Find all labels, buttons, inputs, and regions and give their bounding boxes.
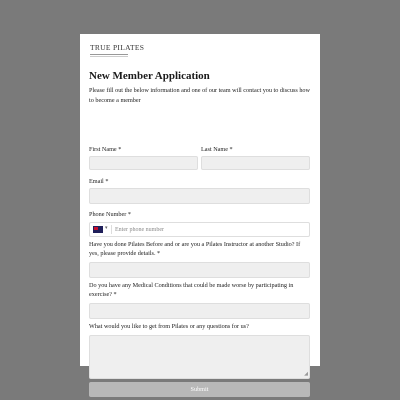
medical-conditions-label: Do you have any Medical Conditions that …: [89, 282, 294, 298]
resize-handle-icon[interactable]: ◢: [304, 372, 308, 377]
questions-label: What would you like to get from Pilates …: [89, 323, 249, 330]
form-title: New Member Application: [89, 70, 210, 82]
australia-flag-icon[interactable]: [93, 226, 103, 233]
phone-divider: [111, 225, 112, 234]
submit-button[interactable]: Submit: [89, 382, 310, 397]
last-name-input[interactable]: [201, 156, 310, 170]
last-name-label: Last Name *: [201, 146, 233, 153]
application-card: TRUE PILATES New Member Application Plea…: [80, 34, 320, 397]
chevron-down-icon[interactable]: ▾: [105, 225, 108, 231]
medical-conditions-input[interactable]: [89, 303, 310, 319]
form-intro: Please fill out the below information an…: [89, 87, 310, 104]
phone-input[interactable]: [115, 224, 295, 235]
questions-textarea[interactable]: ◢: [89, 335, 310, 379]
first-name-label: First Name *: [89, 146, 122, 153]
logo-underline-secondary: [90, 56, 128, 57]
first-name-input[interactable]: [89, 156, 198, 170]
email-label: Email *: [89, 178, 109, 185]
logo-underline: [90, 54, 128, 55]
phone-field: ▾: [89, 222, 310, 237]
pilates-experience-input[interactable]: [89, 262, 310, 278]
brand-logo: TRUE PILATES: [90, 43, 145, 52]
pilates-experience-label: Have you done Pilates Before and or are …: [89, 241, 301, 257]
phone-label: Phone Number *: [89, 211, 131, 218]
email-input[interactable]: [89, 188, 310, 204]
